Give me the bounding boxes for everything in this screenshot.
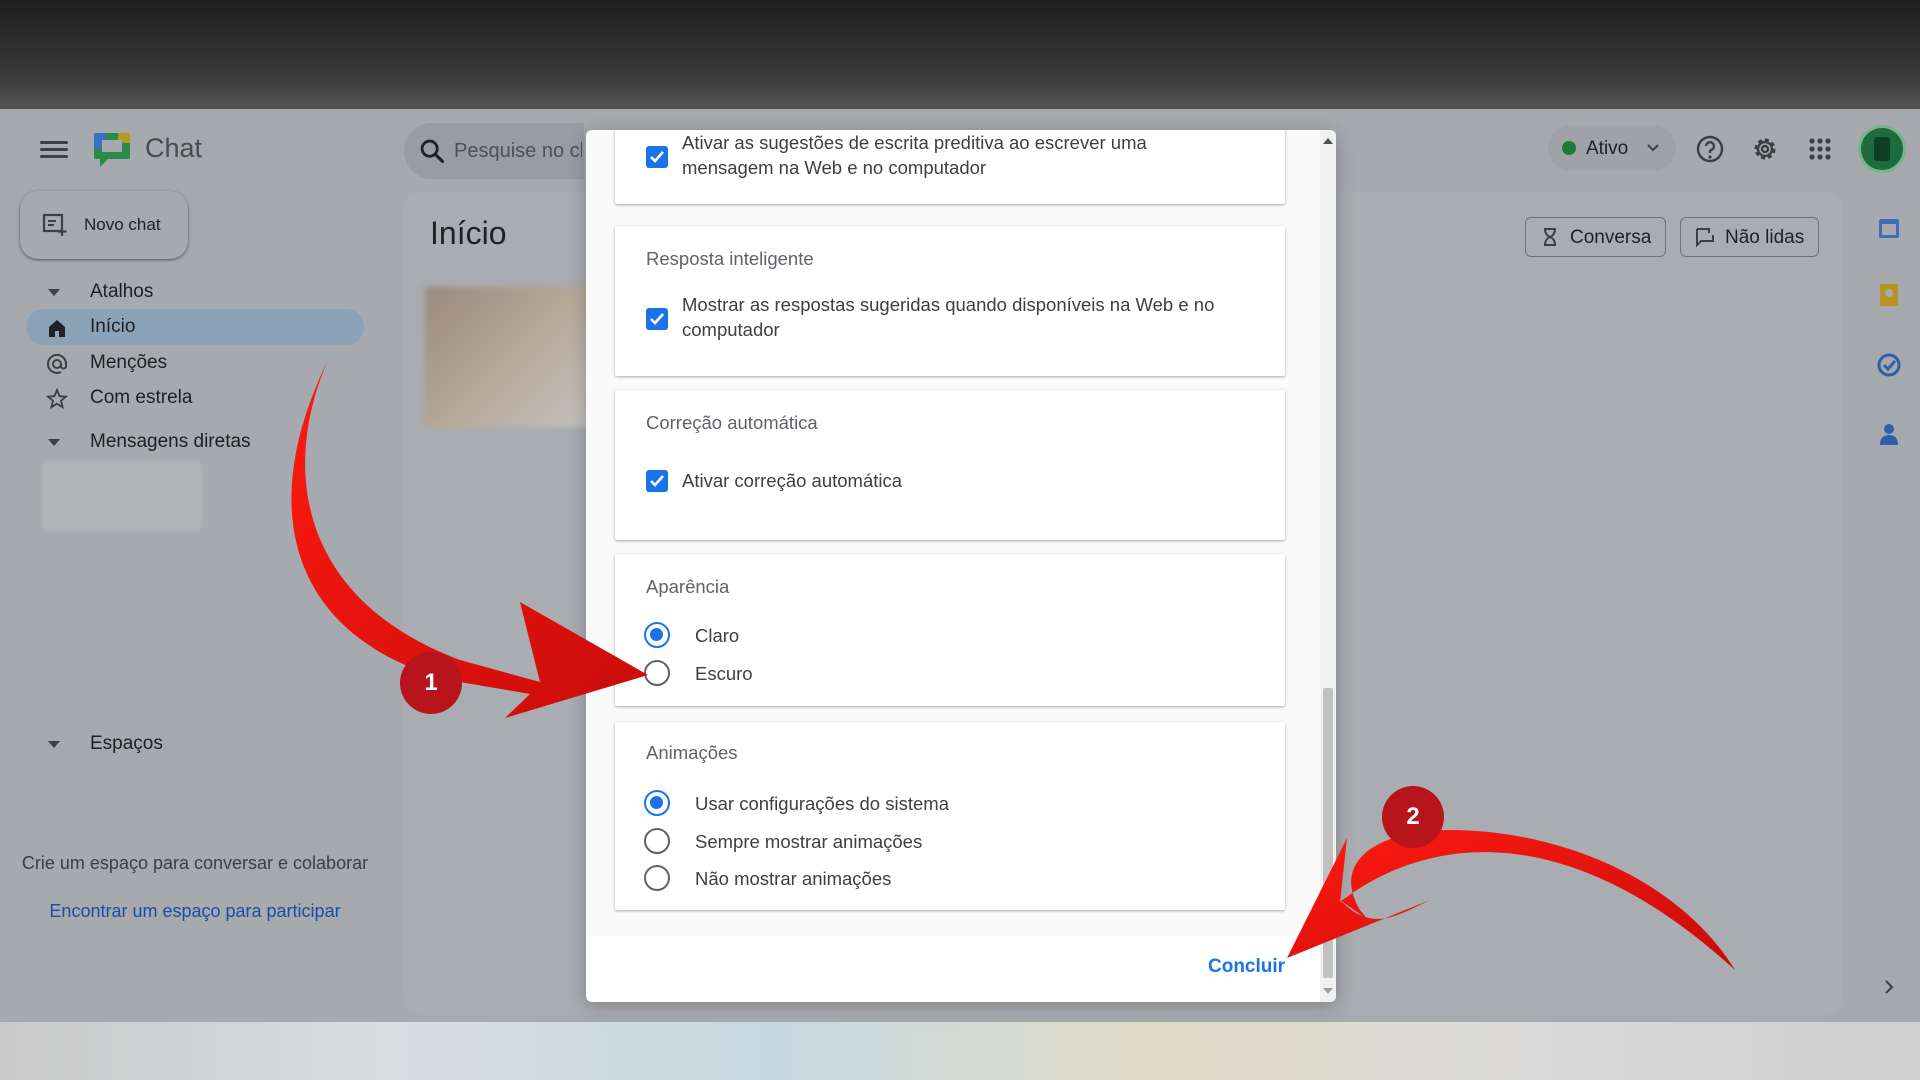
check-icon xyxy=(650,475,664,487)
animations-system-radio[interactable] xyxy=(644,790,670,816)
apps-grid-icon[interactable] xyxy=(1804,133,1836,165)
page-title: Início xyxy=(430,215,507,251)
hourglass-icon xyxy=(1544,228,1556,246)
predictive-writing-text: Ativar as sugestões de escrita preditiva… xyxy=(682,132,1147,178)
status-label: Ativo xyxy=(1586,138,1629,159)
spaces-header[interactable]: Espaços xyxy=(90,733,163,755)
appearance-dark-label[interactable]: Escuro xyxy=(695,663,753,685)
unread-filter-chip[interactable]: Não lidas xyxy=(1680,217,1820,257)
predictive-writing-checkbox[interactable] xyxy=(646,146,668,168)
search-box[interactable]: Pesquise no ch xyxy=(404,123,584,179)
search-icon xyxy=(420,139,445,164)
scroll-down-icon[interactable] xyxy=(1323,988,1333,994)
settings-scroll-area[interactable]: Ativar as sugestões de escrita preditiva… xyxy=(586,130,1336,936)
contacts-icon[interactable] xyxy=(1876,421,1902,447)
autocorrect-checkbox[interactable] xyxy=(646,470,668,492)
direct-messages-header[interactable]: Mensagens diretas xyxy=(90,431,251,453)
tasks-icon[interactable] xyxy=(1876,352,1902,378)
find-space-link[interactable]: Encontrar um espaço para participar xyxy=(20,901,370,922)
appearance-card: Aparência Claro Escuro xyxy=(615,554,1285,706)
appearance-dark-radio[interactable] xyxy=(644,660,670,686)
home-icon xyxy=(49,320,65,337)
direct-messages-caret-icon[interactable] xyxy=(48,439,60,446)
appearance-title: Aparência xyxy=(646,576,730,597)
conversation-filter-label: Conversa xyxy=(1570,227,1652,248)
sidebar-item-label: Com estrela xyxy=(90,387,193,408)
scroll-up-icon[interactable] xyxy=(1323,138,1333,144)
status-dot xyxy=(1562,141,1576,155)
animations-never-radio[interactable] xyxy=(644,865,670,891)
background-top xyxy=(0,0,1920,109)
direct-messages-list xyxy=(42,461,202,531)
appearance-light-label[interactable]: Claro xyxy=(695,625,739,647)
expand-panel-icon[interactable] xyxy=(1882,977,1896,997)
new-chat-button[interactable]: Novo chat xyxy=(20,191,188,259)
step-marker-2: 2 xyxy=(1382,786,1444,848)
settings-dialog: Ativar as sugestões de escrita preditiva… xyxy=(586,130,1336,1002)
appearance-light-radio[interactable] xyxy=(644,622,670,648)
shortcuts-header[interactable]: Atalhos xyxy=(90,281,153,303)
status-selector[interactable]: Ativo xyxy=(1548,125,1676,171)
smart-reply-text: Mostrar as respostas sugeridas quando di… xyxy=(682,294,1215,340)
animations-always-label[interactable]: Sempre mostrar animações xyxy=(695,831,922,853)
new-chat-label: Novo chat xyxy=(84,215,161,234)
smart-reply-title: Resposta inteligente xyxy=(646,248,814,269)
chevron-down-icon xyxy=(1647,144,1659,152)
sidebar-item-mentions[interactable]: Menções xyxy=(26,345,364,381)
star-icon xyxy=(46,388,68,410)
sidebar-item-starred[interactable]: Com estrela xyxy=(26,380,364,416)
spaces-empty-note: Crie um espaço para conversar e colabora… xyxy=(21,853,369,873)
main-menu-icon[interactable] xyxy=(40,137,68,161)
chat-logo-icon xyxy=(94,133,130,167)
new-chat-icon xyxy=(42,213,67,236)
smart-reply-card: Resposta inteligente Mostrar as resposta… xyxy=(615,226,1285,376)
unread-filter-label: Não lidas xyxy=(1725,227,1805,248)
animations-never-label[interactable]: Não mostrar animações xyxy=(695,868,891,890)
search-placeholder: Pesquise no ch xyxy=(454,140,582,162)
calendar-icon[interactable] xyxy=(1876,215,1902,241)
animations-always-radio[interactable] xyxy=(644,828,670,854)
shortcuts-caret-icon[interactable] xyxy=(48,289,60,296)
scrollbar-thumb[interactable] xyxy=(1323,688,1333,978)
step-marker-1: 1 xyxy=(400,652,462,714)
sidebar-item-label: Menções xyxy=(90,352,168,373)
at-icon xyxy=(47,353,68,374)
predictive-writing-card: Ativar as sugestões de escrita preditiva… xyxy=(615,130,1285,204)
sidebar-item-label: Início xyxy=(90,316,136,337)
keep-icon[interactable] xyxy=(1876,282,1902,308)
user-avatar[interactable] xyxy=(1858,125,1906,173)
autocorrect-card: Correção automática Ativar correção auto… xyxy=(615,390,1285,540)
done-button[interactable]: Concluir xyxy=(1208,956,1285,978)
conversation-filter-chip[interactable]: Conversa xyxy=(1525,217,1667,257)
check-icon xyxy=(650,313,664,325)
background-bottom xyxy=(0,1022,1920,1080)
check-icon xyxy=(650,151,664,163)
gear-icon[interactable] xyxy=(1749,133,1781,165)
autocorrect-title: Correção automática xyxy=(646,412,818,433)
spaces-caret-icon[interactable] xyxy=(48,741,60,748)
autocorrect-text: Ativar correção automática xyxy=(682,470,903,491)
animations-title: Animações xyxy=(646,742,738,763)
animations-system-label[interactable]: Usar configurações do sistema xyxy=(695,793,949,815)
sidebar-item-home[interactable]: Início xyxy=(26,309,364,345)
animations-card: Animações Usar configurações do sistema … xyxy=(615,722,1285,910)
smart-reply-checkbox[interactable] xyxy=(646,308,668,330)
unread-chat-icon xyxy=(1696,228,1714,247)
app-title: Chat xyxy=(145,133,203,163)
help-icon[interactable] xyxy=(1694,133,1726,165)
